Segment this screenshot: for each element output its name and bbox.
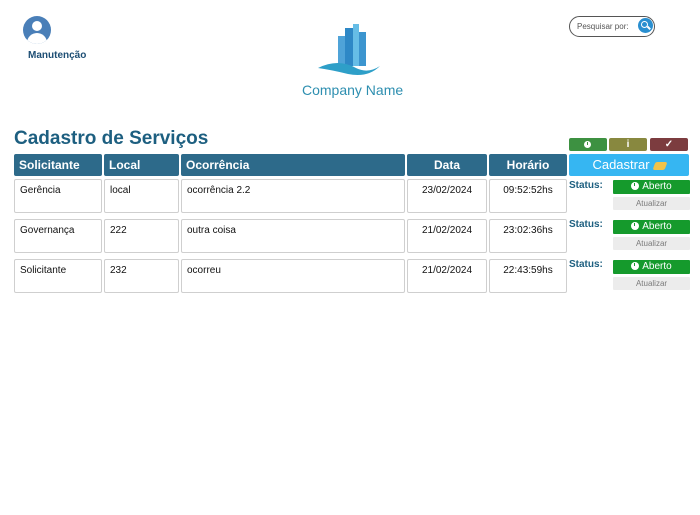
search-icon[interactable] — [638, 18, 653, 33]
table-cell-horario: 09:52:52hs — [489, 179, 567, 213]
table-cell-local: 232 — [104, 259, 179, 293]
user-avatar-icon — [23, 16, 51, 44]
table-cell-local: local — [104, 179, 179, 213]
status-label: Status: — [569, 219, 603, 230]
table-cell-data: 23/02/2024 — [407, 179, 487, 213]
table-cell-ocorrencia: ocorrência 2.2 — [181, 179, 405, 213]
column-header-solicitante: Solicitante — [14, 154, 102, 176]
company-logo: Company Name — [298, 22, 408, 100]
clock-icon — [631, 182, 640, 190]
table-cell-solicitante: Governança — [14, 219, 102, 253]
page-title: Cadastro de Serviços — [14, 128, 209, 149]
clock-icon — [631, 222, 640, 230]
search-input[interactable] — [577, 20, 633, 32]
status-badge[interactable]: Aberto — [613, 220, 690, 234]
clock-icon — [631, 262, 640, 270]
info-icon: i — [626, 139, 630, 150]
table-cell-solicitante: Gerência — [14, 179, 102, 213]
status-label: Status: — [569, 180, 603, 191]
column-header-ocorrencia: Ocorrência — [181, 154, 405, 176]
column-header-local: Local — [104, 154, 179, 176]
status-label: Status: — [569, 259, 603, 270]
check-icon: ✓ — [664, 139, 674, 150]
filter-done-button[interactable]: ✓ — [650, 138, 688, 151]
cadastrar-label: Cadastrar — [592, 157, 650, 172]
table-cell-solicitante: Solicitante — [14, 259, 102, 293]
buildings-logo-icon — [318, 24, 380, 75]
filter-open-button[interactable] — [569, 138, 607, 151]
company-name: Company Name — [302, 82, 404, 98]
table-cell-data: 21/02/2024 — [407, 219, 487, 253]
status-badge[interactable]: Aberto — [613, 180, 690, 194]
update-button[interactable]: Atualizar — [613, 197, 690, 210]
status-badge[interactable]: Aberto — [613, 260, 690, 274]
update-button[interactable]: Atualizar — [613, 277, 690, 290]
table-cell-ocorrencia: ocorreu — [181, 259, 405, 293]
update-button[interactable]: Atualizar — [613, 237, 690, 250]
table-cell-data: 21/02/2024 — [407, 259, 487, 293]
pen-icon — [652, 161, 667, 170]
table-cell-horario: 23:02:36hs — [489, 219, 567, 253]
table-cell-ocorrencia: outra coisa — [181, 219, 405, 253]
table-cell-local: 222 — [104, 219, 179, 253]
column-header-horario: Horário — [489, 154, 567, 176]
clock-icon — [584, 141, 591, 148]
column-header-data: Data — [407, 154, 487, 176]
table-cell-horario: 22:43:59hs — [489, 259, 567, 293]
search-box — [569, 16, 655, 37]
cadastrar-button[interactable]: Cadastrar — [569, 154, 689, 176]
user-role-label: Manutenção — [28, 50, 87, 61]
filter-info-button[interactable]: i — [609, 138, 647, 151]
